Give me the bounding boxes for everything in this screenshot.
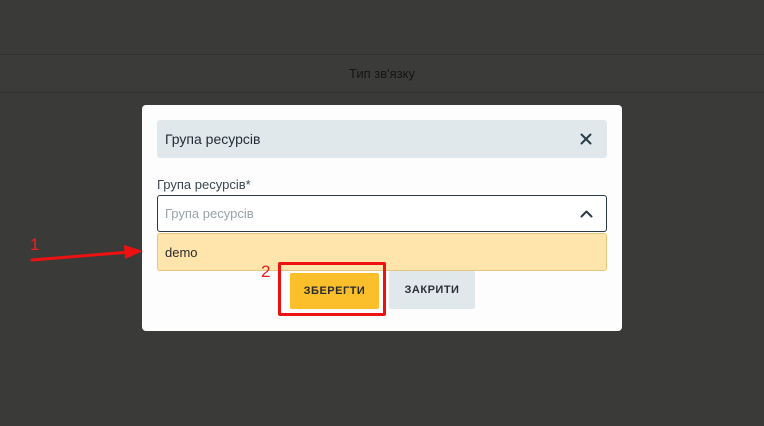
annotation-highlight-box: [278, 262, 386, 316]
annotation-label-1: 1: [30, 235, 40, 254]
annotation-label-2: 2: [261, 262, 271, 281]
annotation-arrow: [30, 245, 143, 262]
